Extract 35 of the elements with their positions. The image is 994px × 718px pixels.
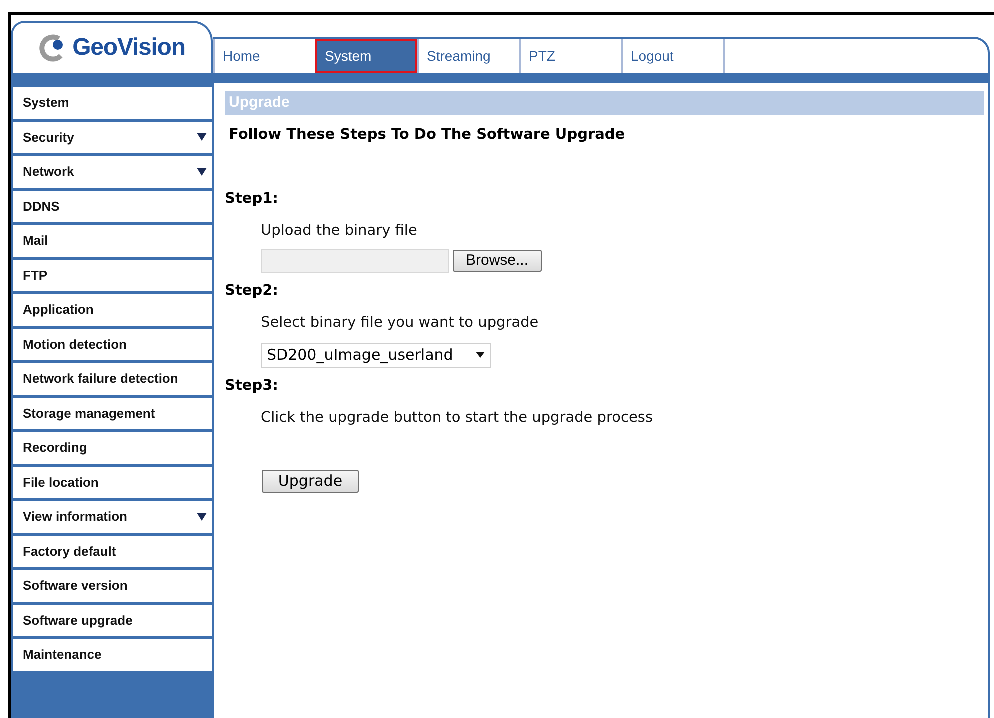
- page-heading: Follow These Steps To Do The Software Upgrade: [229, 126, 626, 145]
- nav-tab[interactable]: System: [315, 39, 417, 73]
- sidebar-item[interactable]: System: [13, 87, 212, 118]
- sidebar-item[interactable]: Network failure detection: [13, 363, 212, 394]
- sidebar-item[interactable]: FTP: [13, 260, 212, 291]
- step-title: Step2:: [225, 282, 280, 301]
- logo-text: GeoVision: [72, 33, 186, 63]
- sidebar-item[interactable]: DDNS: [13, 190, 212, 222]
- sidebar-item[interactable]: Maintenance: [13, 639, 212, 670]
- sidebar-item[interactable]: Motion detection: [13, 328, 212, 360]
- sidebar-item[interactable]: File location: [13, 466, 212, 498]
- step-instruction: Select binary file you want to upgrade: [261, 314, 540, 333]
- sidebar-item[interactable]: Software upgrade: [13, 604, 212, 636]
- step-title: Step3:: [225, 376, 280, 396]
- sidebar-item[interactable]: Security: [13, 122, 212, 153]
- sidebar-item[interactable]: Application: [13, 294, 212, 326]
- sidebar-item[interactable]: Network: [13, 156, 212, 188]
- sidebar-item[interactable]: Mail: [13, 225, 212, 256]
- caret-icon: [197, 133, 207, 142]
- sidebar-item[interactable]: Factory default: [13, 536, 212, 567]
- file-path-field[interactable]: [261, 248, 449, 273]
- caret-icon: [476, 352, 485, 358]
- browse-button[interactable]: Browse...: [453, 250, 542, 272]
- step-instruction: Upload the binary file: [261, 222, 418, 241]
- sidebar-item[interactable]: Software version: [13, 570, 212, 602]
- caret-icon: [197, 168, 207, 176]
- step-title: Step1:: [225, 190, 280, 209]
- step-instruction: Click the upgrade button to start the upgrade process: [261, 408, 654, 428]
- upgrade-button[interactable]: Upgrade: [262, 470, 359, 493]
- caret-icon: [197, 512, 207, 521]
- sidebar-item[interactable]: View information: [13, 501, 212, 532]
- file-select-dropdown[interactable]: SD200_uImage_userland: [261, 342, 491, 368]
- sidebar-item[interactable]: Storage management: [13, 398, 212, 429]
- section-title: Upgrade: [225, 91, 984, 115]
- sidebar-item[interactable]: Recording: [13, 432, 212, 464]
